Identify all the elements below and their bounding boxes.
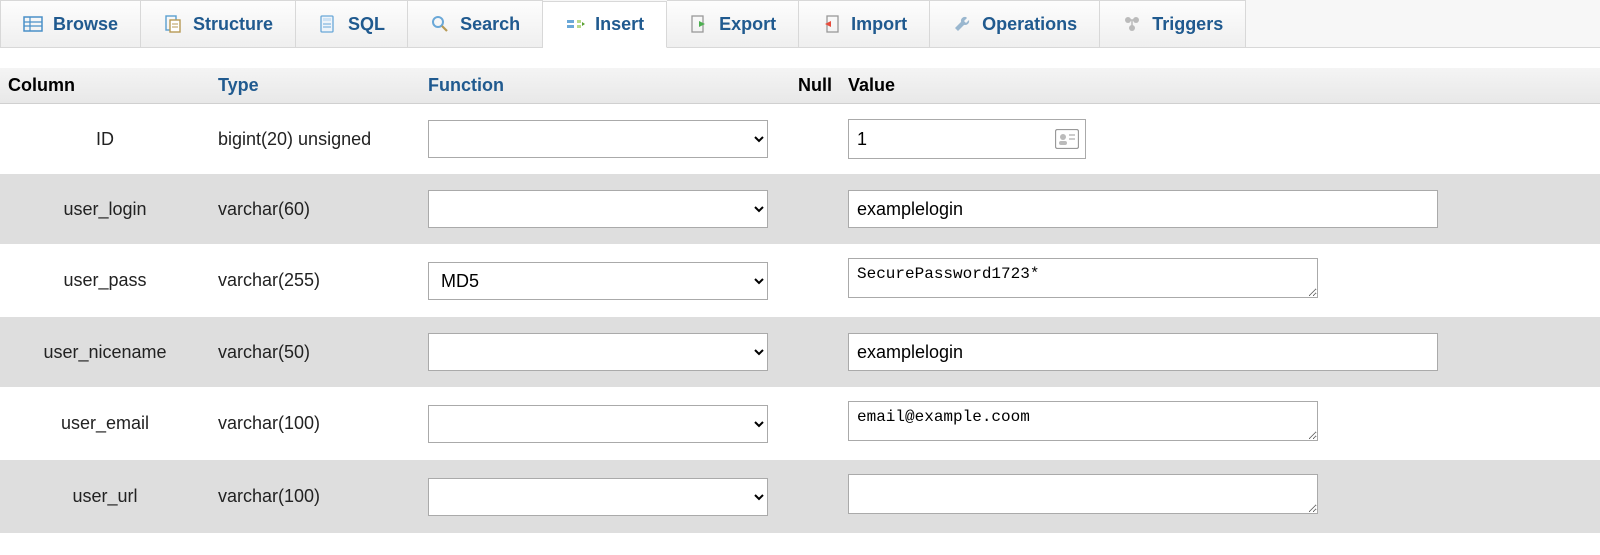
tab-label: Import — [851, 14, 907, 35]
column-name: user_pass — [0, 270, 210, 291]
column-type: varchar(100) — [210, 486, 420, 507]
tab-label: Search — [460, 14, 520, 35]
tab-import[interactable]: Import — [799, 0, 930, 47]
tab-export[interactable]: Export — [667, 0, 799, 47]
table-row: user_login varchar(60) — [0, 174, 1600, 244]
tab-label: Triggers — [1152, 14, 1223, 35]
table-row: user_email varchar(100) — [0, 387, 1600, 460]
function-select[interactable]: MD5 — [428, 262, 768, 300]
table-row: user_url varchar(100) — [0, 460, 1600, 533]
table-row: ID bigint(20) unsigned — [0, 104, 1600, 174]
value-textarea[interactable] — [848, 258, 1318, 298]
column-type: varchar(255) — [210, 270, 420, 291]
tab-label: Browse — [53, 14, 118, 35]
wrench-icon — [952, 14, 972, 34]
tab-label: Structure — [193, 14, 273, 35]
triggers-icon — [1122, 14, 1142, 34]
tab-browse[interactable]: Browse — [0, 0, 141, 47]
grid-header: Column Type Function Null Value — [0, 68, 1600, 104]
tab-bar: Browse Structure SQL Search Insert Expor… — [0, 0, 1600, 48]
column-type: varchar(50) — [210, 342, 420, 363]
search-icon — [430, 14, 450, 34]
header-type: Type — [210, 75, 420, 96]
function-select[interactable] — [428, 120, 768, 158]
tab-triggers[interactable]: Triggers — [1100, 0, 1246, 47]
function-select[interactable] — [428, 405, 768, 443]
column-name: user_url — [0, 486, 210, 507]
column-type: bigint(20) unsigned — [210, 129, 420, 150]
structure-icon — [163, 14, 183, 34]
header-column: Column — [0, 75, 210, 96]
value-textarea[interactable] — [848, 401, 1318, 441]
export-icon — [689, 14, 709, 34]
value-input[interactable] — [848, 333, 1438, 371]
column-name: ID — [0, 129, 210, 150]
column-type: varchar(60) — [210, 199, 420, 220]
value-input[interactable] — [849, 120, 1049, 158]
column-name: user_nicename — [0, 342, 210, 363]
tab-insert[interactable]: Insert — [543, 1, 667, 48]
tab-operations[interactable]: Operations — [930, 0, 1100, 47]
table-icon — [23, 14, 43, 34]
import-icon — [821, 14, 841, 34]
value-input[interactable] — [848, 190, 1438, 228]
function-select[interactable] — [428, 333, 768, 371]
tab-label: SQL — [348, 14, 385, 35]
table-row: user_nicename varchar(50) — [0, 317, 1600, 387]
function-select[interactable] — [428, 190, 768, 228]
tab-label: Export — [719, 14, 776, 35]
column-name: user_email — [0, 413, 210, 434]
contact-card-icon — [1055, 129, 1079, 149]
tab-structure[interactable]: Structure — [141, 0, 296, 47]
tab-search[interactable]: Search — [408, 0, 543, 47]
tab-label: Operations — [982, 14, 1077, 35]
table-row: user_pass varchar(255) MD5 — [0, 244, 1600, 317]
header-function: Function — [420, 75, 790, 96]
tab-sql[interactable]: SQL — [296, 0, 408, 47]
header-value: Value — [840, 75, 1600, 96]
header-null: Null — [790, 75, 840, 96]
insert-icon — [565, 15, 585, 35]
tab-label: Insert — [595, 14, 644, 35]
sql-icon — [318, 14, 338, 34]
value-textarea[interactable] — [848, 474, 1318, 514]
column-type: varchar(100) — [210, 413, 420, 434]
column-name: user_login — [0, 199, 210, 220]
function-select[interactable] — [428, 478, 768, 516]
